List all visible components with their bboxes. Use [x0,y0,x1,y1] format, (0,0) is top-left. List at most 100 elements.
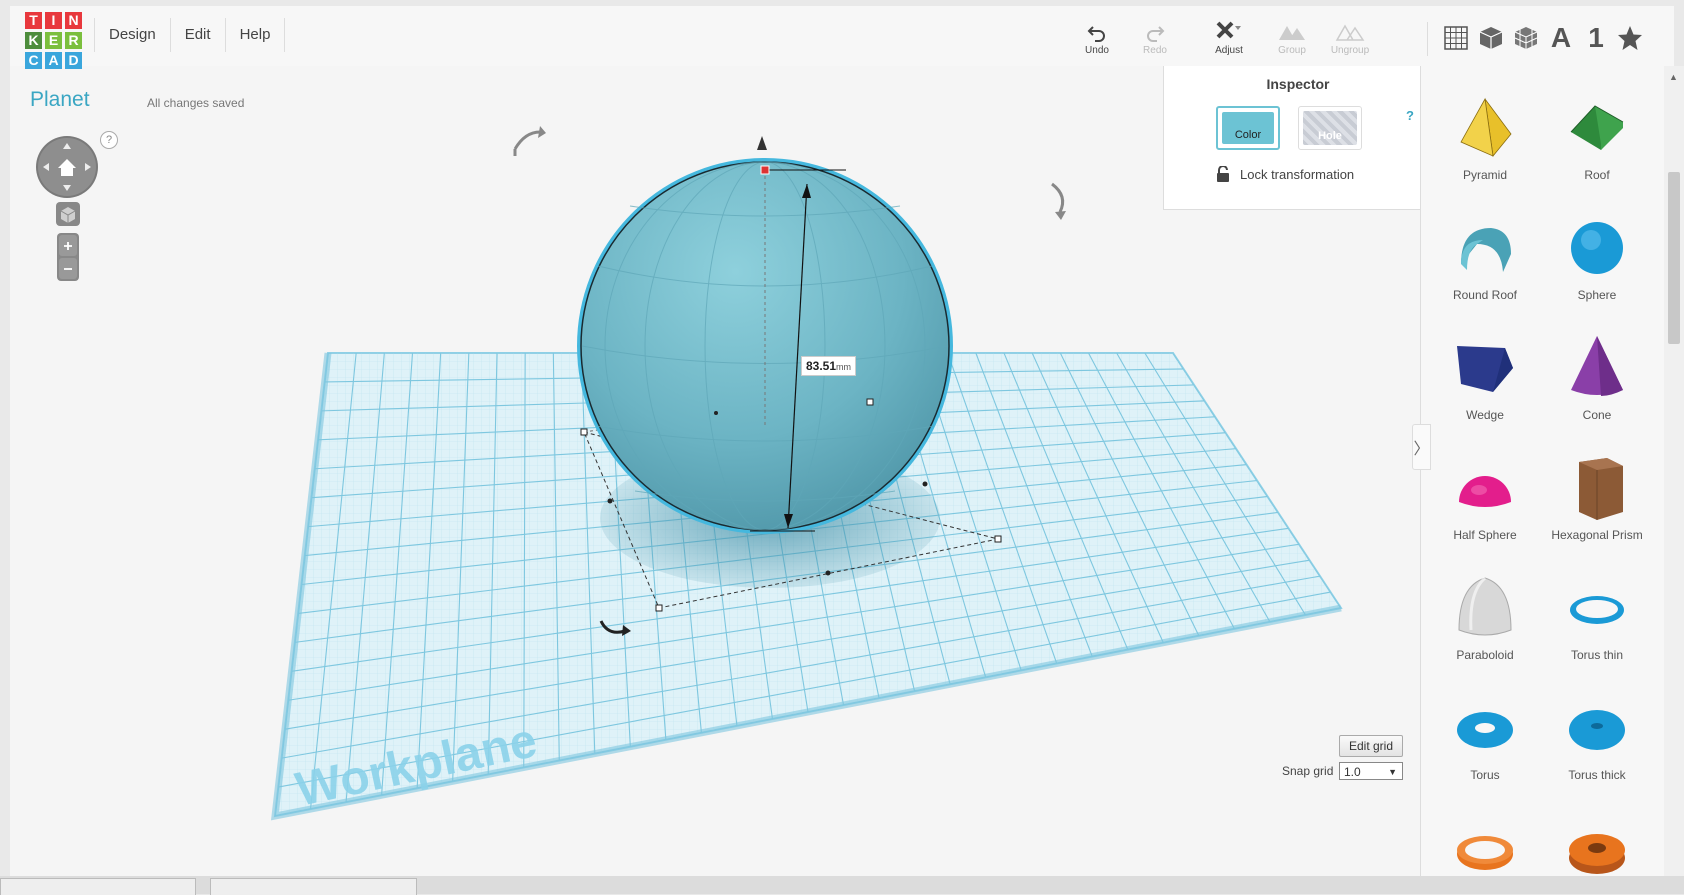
menu-edit[interactable]: Edit [171,18,226,52]
logo-letter: A [45,52,62,69]
round-roof-icon [1461,228,1511,272]
collapse-panel-button[interactable]: 〉 [1412,424,1431,470]
inspector-title: Inspector [1266,76,1330,92]
hexagonal-prism-icon [1579,458,1623,520]
adjust-button[interactable]: Adjust [1201,20,1257,64]
scroll-up-icon[interactable]: ▲ [1669,72,1678,82]
shape-item[interactable]: Torus thin [1541,574,1653,686]
number-tool-button[interactable]: 1 [1580,22,1612,54]
shape-name: Torus thin [1570,648,1624,662]
height-handle[interactable] [760,165,770,175]
browser-tab[interactable] [210,878,417,895]
corner-handle[interactable] [580,428,588,436]
shape-item[interactable]: Paraboloid [1429,574,1541,686]
snap-grid-select[interactable]: 1.0 ▼ [1339,762,1403,780]
lock-transformation[interactable]: Lock transformation [1216,166,1354,182]
cube-icon [1479,27,1503,49]
dimension-unit: mm [836,362,852,372]
shapes-panel: Pyramid Roof Round Roof Sphere Wedge Cone Half… [1420,66,1665,876]
tinkercad-logo[interactable]: T I N K E R C A D [25,12,85,72]
shape-item[interactable]: Hexagonal Prism [1541,454,1653,566]
rotate-arrow-left[interactable] [513,126,546,156]
grid-view-button[interactable] [1440,22,1472,54]
redo-button[interactable]: Redo [1127,20,1183,64]
undo-label: Undo [1085,45,1109,56]
snap-grid-value: 1.0 [1344,765,1361,779]
view-help-button[interactable]: ? [100,131,118,149]
shape-name: Round Roof [1452,288,1518,302]
favorites-button[interactable] [1614,22,1646,54]
dropdown-arrow-icon: ▼ [1388,767,1397,777]
top-bar: T I N K E R C A D Design Edit Help Undo … [10,6,1674,69]
text-tool-button[interactable]: A [1545,22,1577,54]
ring-icon [1569,834,1625,874]
shape-item[interactable]: Torus [1429,694,1541,806]
shape-name: Half Sphere [1453,528,1517,542]
shape-item[interactable]: Wedge [1429,334,1541,446]
wireframe-view-button[interactable] [1510,22,1542,54]
group-label: Group [1278,45,1306,56]
shape-item[interactable]: Torus thick [1541,694,1653,806]
design-canvas[interactable]: Workplane Planet All changes saved ? 83.… [10,66,1420,876]
torus-icon [1457,712,1513,748]
browser-tab[interactable] [0,878,196,895]
shape-item[interactable] [1429,814,1541,876]
edit-grid-button[interactable]: Edit grid [1339,735,1404,757]
scrollbar-thumb[interactable] [1668,172,1680,344]
toolbar-divider [1427,22,1428,56]
cone-icon [1571,336,1623,396]
unlock-icon [1217,166,1229,182]
torus-thin-icon [1570,596,1624,624]
grid-icon [1444,26,1468,50]
corner-handle[interactable] [994,535,1002,543]
color-button[interactable]: Color [1216,106,1280,150]
pyramid-icon [1460,97,1512,157]
logo-letter: E [45,32,62,49]
project-title[interactable]: Planet [30,88,90,112]
shape-name: Paraboloid [1456,648,1514,662]
ungroup-button[interactable]: Ungroup [1322,20,1378,64]
shape-name: Cone [1582,408,1612,422]
hole-label: Hole [1318,130,1342,142]
shape-item[interactable]: Sphere [1541,214,1653,326]
group-button[interactable]: Group [1264,20,1320,64]
adjust-label: Adjust [1215,45,1243,56]
solid-view-button[interactable] [1475,22,1507,54]
shape-item[interactable]: Cone [1541,334,1653,446]
corner-handle[interactable] [655,604,663,612]
corner-handle[interactable] [866,398,874,406]
menu-design[interactable]: Design [94,18,171,52]
rotate-arrow-right[interactable] [1051,182,1066,220]
star-icon [1618,26,1642,50]
shape-item[interactable]: Pyramid [1429,94,1541,206]
torus-thick-icon [1569,710,1625,750]
lift-arrow[interactable] [757,136,767,150]
status-bar [0,876,1684,895]
paraboloid-icon [1458,576,1512,636]
dimension-value: 83.51 [806,359,837,373]
shape-item[interactable]: Round Roof [1429,214,1541,326]
shape-name: Wedge [1466,408,1504,422]
shape-item[interactable]: Roof [1541,94,1653,206]
shape-name: Torus [1470,768,1500,782]
hole-button[interactable]: Hole [1298,106,1362,150]
main-menu: Design Edit Help [94,18,286,52]
group-icon [1279,26,1305,40]
logo-letter: D [65,52,82,69]
logo-letter: C [25,52,42,69]
shape-item[interactable]: Half Sphere [1429,454,1541,566]
wireframe-cube-icon [1514,27,1538,49]
view-navigation [34,134,104,359]
logo-letter: T [25,12,42,29]
shape-item[interactable] [1541,814,1653,876]
undo-button[interactable]: Undo [1069,20,1125,64]
inspector-panel: Inspector ? Color Hole Lock transformati… [1163,66,1420,210]
redo-label: Redo [1143,45,1167,56]
panel-scrollbar[interactable]: ▲ [1664,66,1684,876]
menu-help[interactable]: Help [226,18,286,52]
logo-letter: I [45,12,62,29]
dimension-label[interactable]: 83.51mm [801,356,857,376]
inspector-help-button[interactable]: ? [1406,108,1414,123]
fit-view-button[interactable] [56,202,80,226]
orbit-control[interactable] [36,136,98,198]
